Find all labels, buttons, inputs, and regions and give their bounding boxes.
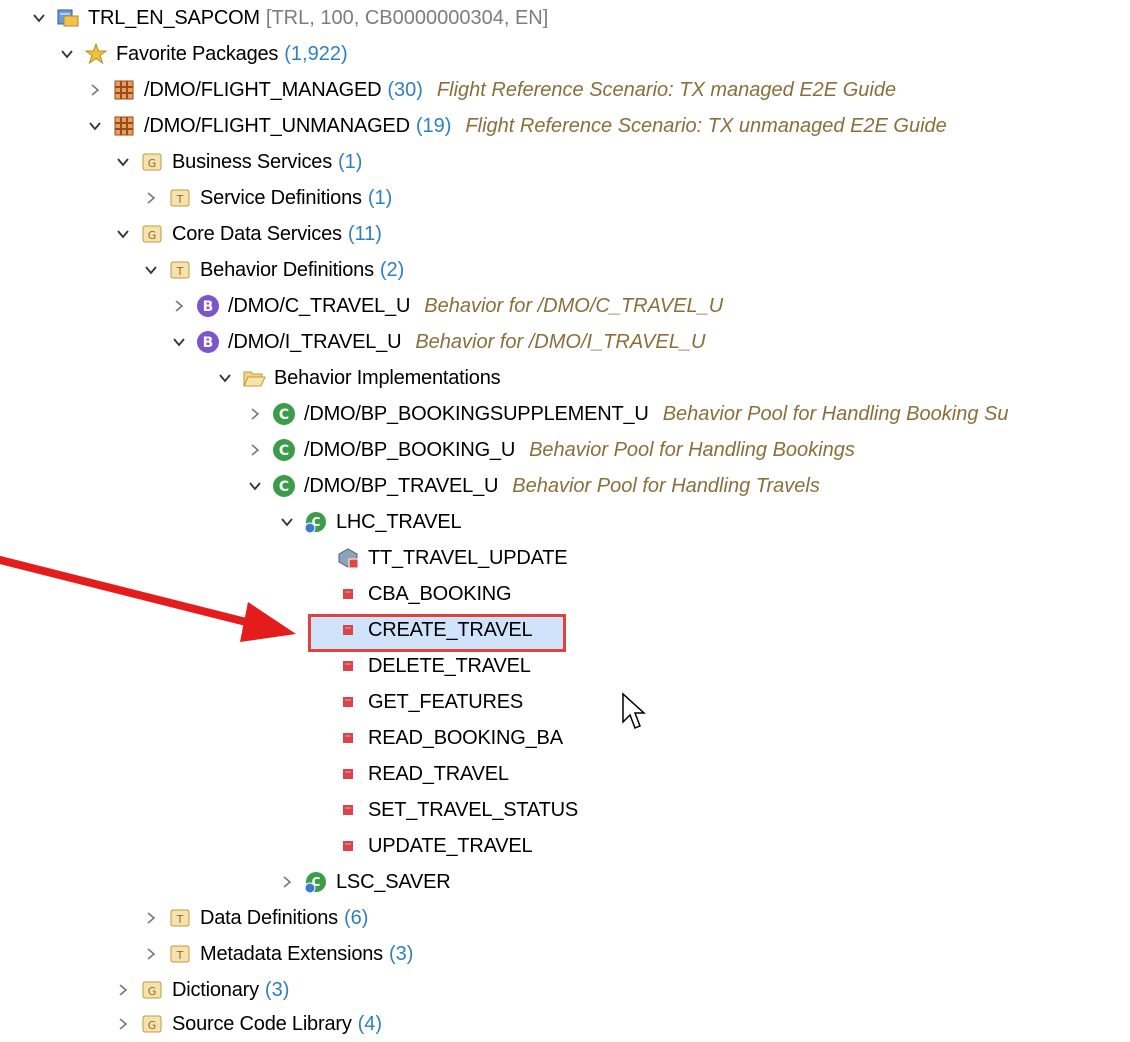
svg-text:B: B xyxy=(203,299,214,315)
tree-item-lhc-travel[interactable]: C LHC_TRAVEL xyxy=(276,504,462,540)
chevron-down-icon[interactable] xyxy=(112,223,134,245)
method-icon xyxy=(336,834,360,858)
svg-text:T: T xyxy=(176,265,184,278)
folder-type-icon: T xyxy=(168,942,192,966)
tree-item-business-services[interactable]: G Business Services (1) xyxy=(112,144,362,180)
tree-item-bp-travel-u[interactable]: C /DMO/BP_TRAVEL_U Behavior Pool for Han… xyxy=(244,468,820,504)
behavior-definition-icon: B xyxy=(196,294,220,318)
tree-item-flight-managed[interactable]: /DMO/FLIGHT_MANAGED (30) Flight Referenc… xyxy=(84,72,896,108)
tree-item-dictionary[interactable]: G Dictionary (3) xyxy=(112,972,289,1008)
chevron-right-icon[interactable] xyxy=(276,871,298,893)
tree-item-method[interactable]: DELETE_TRAVEL xyxy=(308,648,531,684)
tree-item-method[interactable]: UPDATE_TRAVEL xyxy=(308,828,533,864)
folder-group-icon: G xyxy=(140,222,164,246)
tree-item-data-definitions[interactable]: T Data Definitions (6) xyxy=(140,900,368,936)
chevron-down-icon[interactable] xyxy=(28,7,50,29)
package-icon xyxy=(112,114,136,138)
method-icon xyxy=(336,762,360,786)
tree-item-source-code-library[interactable]: G Source Code Library (4) xyxy=(112,1006,382,1042)
chevron-down-icon[interactable] xyxy=(84,115,106,137)
chevron-down-icon[interactable] xyxy=(112,151,134,173)
tree-item-core-data-services[interactable]: G Core Data Services (11) xyxy=(112,216,382,252)
folder-type-icon: T xyxy=(168,906,192,930)
chevron-down-icon[interactable] xyxy=(276,511,298,533)
chevron-down-icon[interactable] xyxy=(244,475,266,497)
chevron-right-icon[interactable] xyxy=(112,979,134,1001)
svg-text:C: C xyxy=(279,407,289,423)
chevron-down-icon[interactable] xyxy=(214,367,236,389)
tree-item-method[interactable]: SET_TRAVEL_STATUS xyxy=(308,792,578,828)
system-connection-icon xyxy=(56,6,80,30)
folder-group-icon: G xyxy=(140,1012,164,1036)
chevron-right-icon[interactable] xyxy=(140,187,162,209)
tree-item-method[interactable]: GET_FEATURES xyxy=(308,684,523,720)
method-icon xyxy=(336,726,360,750)
svg-text:G: G xyxy=(148,985,157,998)
method-icon xyxy=(336,690,360,714)
chevron-right-icon[interactable] xyxy=(140,907,162,929)
svg-text:B: B xyxy=(203,335,214,351)
tree-item-metadata-extensions[interactable]: T Metadata Extensions (3) xyxy=(140,936,413,972)
tree-item-c-travel-u[interactable]: B /DMO/C_TRAVEL_U Behavior for /DMO/C_TR… xyxy=(168,288,723,324)
folder-type-icon: T xyxy=(168,186,192,210)
tree-item-favorite-packages[interactable]: Favorite Packages (1,922) xyxy=(56,36,348,72)
local-class-icon: C xyxy=(304,870,328,894)
tree-item-method-selected[interactable]: CREATE_TRAVEL xyxy=(308,612,533,648)
tree-item-bp-bookingsupplement-u[interactable]: C /DMO/BP_BOOKINGSUPPLEMENT_U Behavior P… xyxy=(244,396,1008,432)
tree-item-tt-travel-update[interactable]: TT_TRAVEL_UPDATE xyxy=(308,540,568,576)
chevron-right-icon[interactable] xyxy=(244,439,266,461)
tree-item-i-travel-u[interactable]: B /DMO/I_TRAVEL_U Behavior for /DMO/I_TR… xyxy=(168,324,705,360)
method-icon xyxy=(336,654,360,678)
class-icon: C xyxy=(272,438,296,462)
method-icon xyxy=(336,798,360,822)
svg-text:C: C xyxy=(279,443,289,459)
chevron-right-icon[interactable] xyxy=(112,1013,134,1035)
svg-text:T: T xyxy=(176,193,184,206)
local-class-icon: C xyxy=(304,510,328,534)
svg-text:G: G xyxy=(148,157,157,170)
favorite-packages-icon xyxy=(84,42,108,66)
type-icon xyxy=(336,546,360,570)
tree-item-flight-unmanaged[interactable]: /DMO/FLIGHT_UNMANAGED (19) Flight Refere… xyxy=(84,108,947,144)
folder-group-icon: G xyxy=(140,150,164,174)
mouse-cursor-icon xyxy=(622,692,646,729)
chevron-right-icon[interactable] xyxy=(168,295,190,317)
chevron-down-icon[interactable] xyxy=(140,259,162,281)
tree-item-method[interactable]: READ_TRAVEL xyxy=(308,756,509,792)
method-icon xyxy=(336,618,360,642)
chevron-right-icon[interactable] xyxy=(84,79,106,101)
svg-text:G: G xyxy=(148,1019,157,1032)
folder-type-icon: T xyxy=(168,258,192,282)
tree-item-bp-booking-u[interactable]: C /DMO/BP_BOOKING_U Behavior Pool for Ha… xyxy=(244,432,855,468)
folder-group-icon: G xyxy=(140,978,164,1002)
package-icon xyxy=(112,78,136,102)
tree-item-method[interactable]: READ_BOOKING_BA xyxy=(308,720,563,756)
svg-text:T: T xyxy=(176,913,184,926)
tree-item-root[interactable]: TRL_EN_SAPCOM [TRL, 100, CB0000000304, E… xyxy=(28,0,548,36)
tree-item-behavior-definitions[interactable]: T Behavior Definitions (2) xyxy=(140,252,404,288)
behavior-definition-icon: B xyxy=(196,330,220,354)
class-icon: C xyxy=(272,474,296,498)
chevron-right-icon[interactable] xyxy=(244,403,266,425)
chevron-down-icon[interactable] xyxy=(168,331,190,353)
tree-item-behavior-implementations[interactable]: Behavior Implementations xyxy=(214,360,501,396)
tree-item-lsc-saver[interactable]: C LSC_SAVER xyxy=(276,864,451,900)
svg-text:G: G xyxy=(148,229,157,242)
chevron-down-icon[interactable] xyxy=(56,43,78,65)
tree-item-service-definitions[interactable]: T Service Definitions (1) xyxy=(140,180,392,216)
svg-text:C: C xyxy=(279,479,289,495)
svg-text:T: T xyxy=(176,949,184,962)
method-icon xyxy=(336,582,360,606)
chevron-right-icon[interactable] xyxy=(140,943,162,965)
folder-open-icon xyxy=(242,366,266,390)
class-icon: C xyxy=(272,402,296,426)
tree-item-method[interactable]: CBA_BOOKING xyxy=(308,576,512,612)
